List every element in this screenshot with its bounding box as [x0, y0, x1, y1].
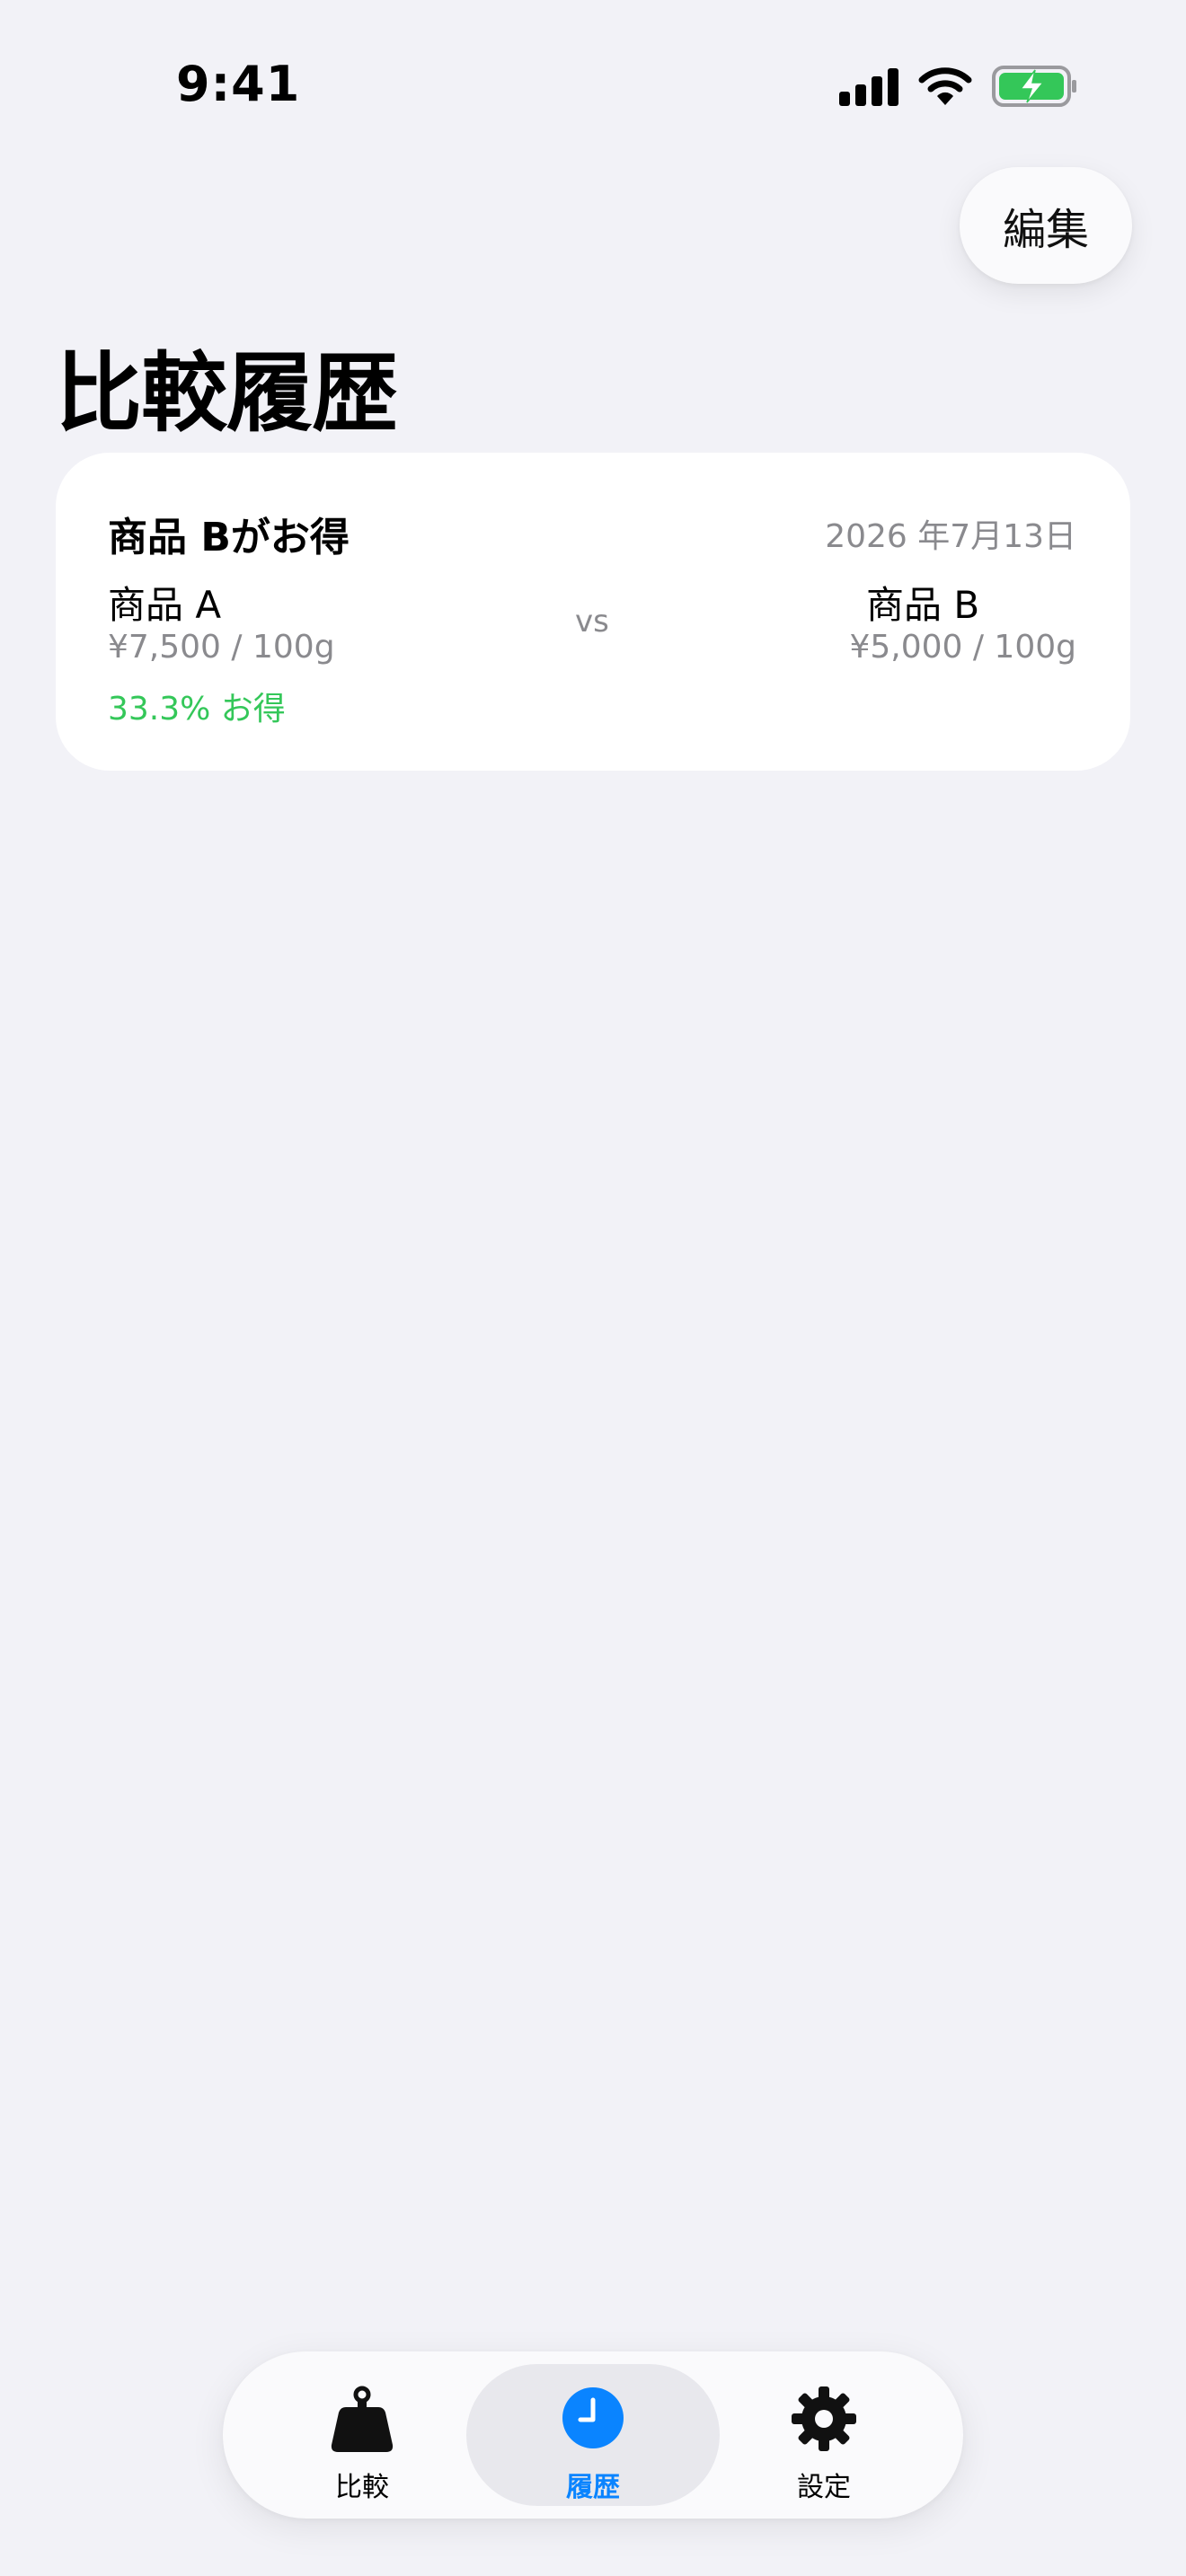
edit-button[interactable]: 編集	[960, 167, 1132, 284]
tab-settings-label: 設定	[797, 2472, 851, 2503]
item-a-savings: 33.3% お得	[108, 691, 286, 728]
comparison-verdict: 商品 Bがお得	[108, 515, 350, 560]
comparison-date: 2026 年7月13日	[825, 518, 1076, 555]
tab-compare-label: 比較	[335, 2472, 389, 2503]
tab-bar: 比較 履歴 設定	[223, 2351, 963, 2519]
item-b-unit-price: ¥5,000 / 100g	[849, 629, 1076, 666]
tab-settings[interactable]: 設定	[697, 2364, 951, 2506]
cellular-signal-icon	[839, 68, 898, 106]
wifi-icon	[918, 67, 972, 105]
history-card[interactable]: 商品 Bがお得 2026 年7月13日 商品 A ¥7,500 / 100g 3…	[56, 453, 1130, 771]
clock-icon	[562, 2387, 624, 2448]
item-b-name: 商品 B	[866, 583, 980, 627]
weight-icon	[331, 2386, 394, 2452]
item-a-name: 商品 A	[108, 583, 222, 627]
tab-compare[interactable]: 比較	[235, 2364, 489, 2506]
vs-label: vs	[575, 604, 609, 640]
history-screen: 9:41 編集 比較履歴 商品 Bがお得 2026 年7月13日 商品 A ¥7…	[0, 0, 1186, 2576]
page-title: 比較履歴	[56, 343, 398, 444]
tab-history[interactable]: 履歴	[466, 2364, 720, 2506]
gear-icon	[792, 2386, 856, 2451]
status-time: 9:41	[176, 56, 301, 112]
item-a-unit-price: ¥7,500 / 100g	[108, 629, 335, 666]
battery-charging-icon	[992, 66, 1076, 107]
tab-history-label: 履歴	[566, 2472, 620, 2503]
